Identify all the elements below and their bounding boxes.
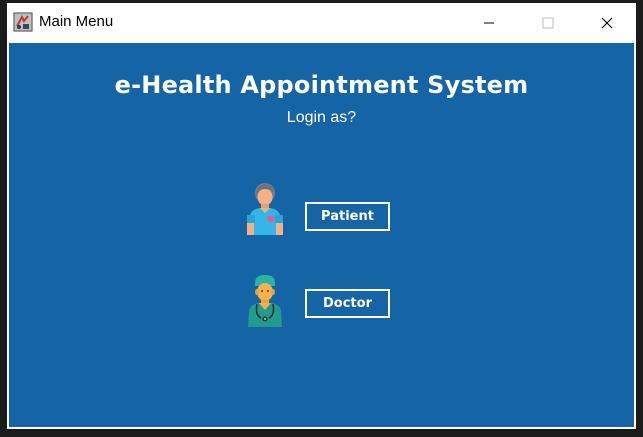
maximize-button[interactable] (519, 3, 577, 43)
doctor-icon (248, 275, 282, 327)
main-panel: e-Health Appointment System Login as? Pa… (7, 43, 636, 429)
minimize-icon (484, 22, 494, 24)
doctor-login-button[interactable]: Doctor (305, 289, 390, 318)
close-icon (601, 17, 613, 29)
app-window: Main Menu e-Health Appointment System Lo… (0, 0, 643, 437)
window-title: Main Menu (39, 13, 114, 30)
login-prompt: Login as? (286, 109, 357, 126)
patient-icon (247, 183, 283, 235)
close-button[interactable] (578, 3, 636, 43)
app-heading: e-Health Appointment System (114, 71, 529, 99)
minimize-button[interactable] (460, 3, 518, 43)
title-bar[interactable]: Main Menu (7, 3, 636, 43)
maximize-icon (542, 17, 554, 29)
patient-login-button[interactable]: Patient (305, 202, 390, 231)
java-app-icon (13, 12, 33, 32)
